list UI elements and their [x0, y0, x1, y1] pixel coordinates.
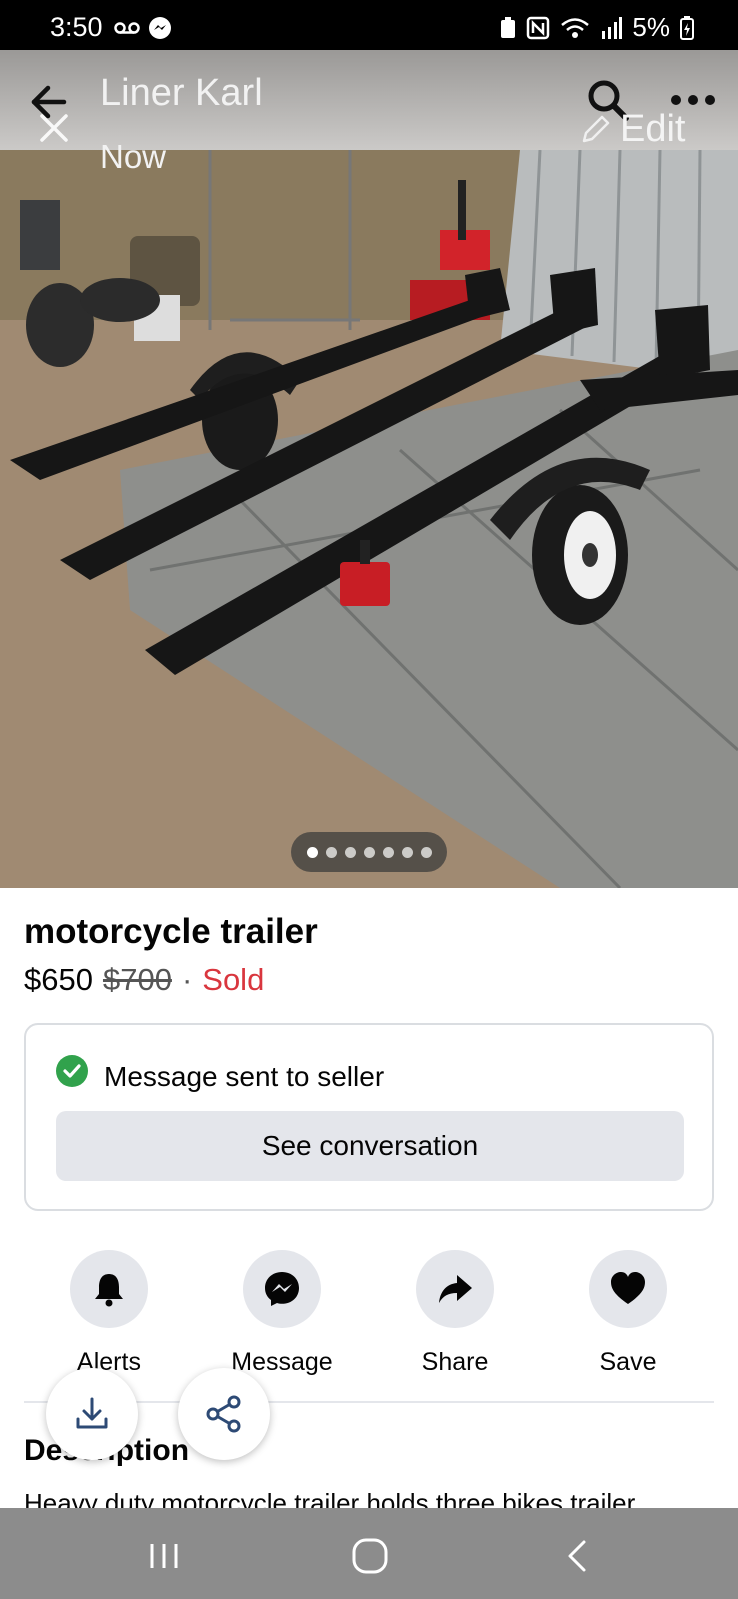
share-nodes-icon	[206, 1395, 241, 1433]
pagination-dot[interactable]	[363, 846, 375, 858]
original-price: $700	[102, 962, 172, 997]
pagination-dot-active[interactable]	[306, 846, 318, 858]
save-label: Save	[599, 1348, 657, 1376]
share-label: Share	[421, 1348, 489, 1376]
sold-status: Sold	[202, 962, 265, 997]
messenger-icon	[265, 1272, 299, 1306]
system-nav-bar	[0, 1508, 738, 1599]
pagination-dot[interactable]	[325, 846, 337, 858]
bell-icon	[95, 1274, 123, 1307]
download-icon	[76, 1397, 108, 1429]
edit-button[interactable]: Edit	[578, 108, 685, 151]
close-icon[interactable]	[34, 108, 74, 148]
share-fab-button[interactable]	[178, 1368, 270, 1460]
signal-icon	[602, 16, 623, 39]
check-circle-icon	[56, 1055, 88, 1087]
listing-title: motorcycle trailer	[24, 912, 318, 951]
price-separator: ·	[181, 962, 193, 997]
alerts-circle[interactable]	[70, 1250, 148, 1328]
pagination-dot[interactable]	[420, 846, 432, 858]
seller-name[interactable]: Liner Karl	[100, 72, 263, 115]
messenger-icon	[149, 17, 171, 39]
battery-percent: 5%	[632, 12, 670, 42]
message-circle[interactable]	[243, 1250, 321, 1328]
current-price: $650	[24, 962, 93, 997]
pagination-dot[interactable]	[382, 846, 394, 858]
voicemail-icon	[114, 22, 140, 34]
heart-icon	[611, 1272, 645, 1304]
battery-saver-icon	[501, 16, 516, 38]
status-bar: 3:50 5%	[0, 0, 738, 50]
save-button[interactable]: Save	[558, 1250, 698, 1377]
share-arrow-icon	[439, 1275, 472, 1303]
alerts-button[interactable]: Alerts	[39, 1250, 179, 1377]
share-circle[interactable]	[416, 1250, 494, 1328]
pencil-icon	[582, 115, 610, 142]
edit-label: Edit	[620, 108, 686, 150]
home-icon[interactable]	[348, 1534, 392, 1578]
price-row: $650 $700 · Sold	[24, 962, 264, 998]
status-time: 3:50	[50, 12, 103, 42]
message-label: Message	[231, 1348, 333, 1376]
pagination-dot[interactable]	[344, 846, 356, 858]
pagination-dot[interactable]	[401, 846, 413, 858]
message-button[interactable]: Message	[212, 1250, 352, 1377]
see-conversation-button[interactable]: See conversation	[56, 1111, 684, 1181]
message-sent-text: Message sent to seller	[104, 1061, 385, 1092]
save-circle[interactable]	[589, 1250, 667, 1328]
share-button[interactable]: Share	[385, 1250, 525, 1377]
photo-pagination[interactable]	[291, 832, 447, 872]
recent-apps-icon[interactable]	[142, 1534, 186, 1578]
back-icon[interactable]	[556, 1534, 600, 1578]
posted-time: Now	[100, 138, 167, 175]
description-text: Heavy duty motorcycle trailer holds thre…	[24, 1488, 636, 1508]
battery-charging-icon	[680, 15, 694, 40]
nfc-icon	[527, 16, 550, 39]
listing-photo[interactable]: Liner Karl Now Edit	[0, 50, 738, 888]
wifi-icon	[561, 17, 590, 38]
download-button[interactable]	[46, 1368, 138, 1460]
action-row: Alerts Message Share Save	[24, 1250, 714, 1380]
message-card: Message sent to seller See conversation	[24, 1023, 714, 1211]
